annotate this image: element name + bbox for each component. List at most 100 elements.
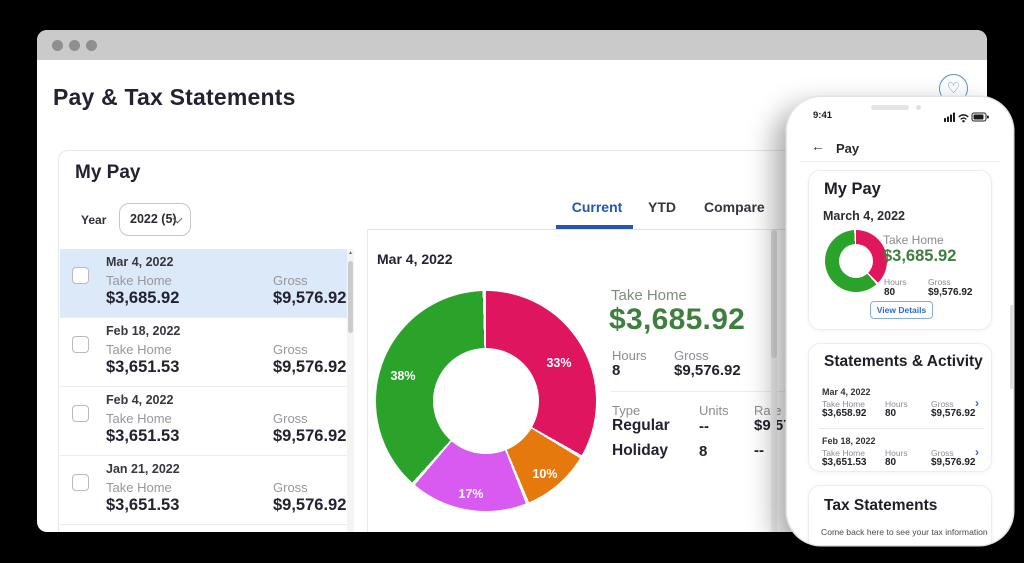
chevron-right-icon[interactable]: ›	[975, 445, 979, 459]
list-scrollbar[interactable]: ▲	[347, 249, 354, 532]
status-time: 9:41	[813, 110, 832, 121]
gross-value: $9,576.92	[928, 287, 973, 298]
phone-my-pay-card: My Pay March 4, 2022 Take Home $3,685.92…	[808, 170, 992, 330]
heart-icon: ♡	[947, 80, 960, 97]
window-control-dot[interactable]	[69, 40, 80, 51]
take-home-amount: $3,685.92	[883, 247, 956, 266]
phone-mockup: 9:41 ← Pay My Pay March 4, 2022 Take Hom…	[787, 97, 1013, 545]
phone-camera	[916, 105, 921, 110]
scrollbar-thumb[interactable]	[771, 230, 777, 358]
take-home-value: $3,651.53	[106, 427, 179, 446]
gross-label: Gross	[273, 342, 308, 357]
phone-speaker	[871, 105, 909, 110]
take-home-label: Take Home	[106, 342, 172, 357]
gross-value: $9,576.92	[931, 457, 976, 468]
pay-statement-row[interactable]: Mar 4, 2022 Take Home Gross $3,685.92 $9…	[60, 249, 354, 317]
gross-label: Gross	[928, 277, 951, 287]
donut-label: 10%	[532, 467, 557, 481]
hours-value: 80	[885, 457, 896, 468]
detail-divider	[611, 391, 786, 392]
earning-units: --	[699, 418, 709, 435]
gross-label: Gross	[273, 411, 308, 426]
earning-type: Regular	[612, 417, 670, 435]
row-checkbox[interactable]	[72, 336, 89, 353]
gross-label: Gross	[273, 273, 308, 288]
row-date: Mar 4, 2022	[106, 255, 173, 269]
card-title: Tax Statements	[824, 497, 937, 515]
card-title: My Pay	[824, 180, 881, 199]
status-icons	[944, 111, 990, 123]
card-title: Statements & Activity	[824, 353, 983, 371]
tab-compare[interactable]: Compare	[704, 199, 764, 215]
chevron-right-icon[interactable]: ›	[975, 396, 979, 410]
donut-label: 33%	[546, 356, 571, 370]
year-dropdown[interactable]: 2022 (5)	[119, 203, 191, 236]
pay-statement-row[interactable]: Feb 18, 2022 Take Home Gross $3,651.53 $…	[60, 317, 354, 386]
tab-current[interactable]: Current	[557, 199, 637, 215]
phone-pay-donut-chart	[825, 230, 887, 292]
units-header: Units	[699, 403, 729, 418]
take-home-value: $3,658.92	[822, 408, 867, 419]
row-checkbox[interactable]	[72, 405, 89, 422]
year-dropdown-value: 2022 (5)	[130, 212, 177, 226]
nav-divider	[800, 161, 1000, 162]
signal-icon	[944, 113, 955, 123]
scroll-up-icon[interactable]: ▲	[347, 250, 354, 256]
take-home-value: $3,651.53	[106, 358, 179, 377]
tab-ytd[interactable]: YTD	[632, 199, 692, 215]
view-details-button[interactable]: View Details	[870, 301, 933, 319]
hours-label: Hours	[884, 277, 907, 287]
gross-value: $9,576.92	[931, 408, 976, 419]
phone-nav-title: Pay	[836, 141, 859, 156]
take-home-amount: $3,685.92	[609, 303, 745, 337]
pay-statements-list: Mar 4, 2022 Take Home Gross $3,685.92 $9…	[60, 249, 354, 532]
detail-scrollbar[interactable]	[771, 230, 777, 532]
take-home-label: Take Home	[106, 480, 172, 495]
statement-date: Feb 18, 2022	[822, 436, 876, 446]
earning-type: Holiday	[612, 442, 668, 460]
take-home-value: $3,651.53	[106, 496, 179, 515]
scrollbar-thumb[interactable]	[348, 261, 353, 333]
take-home-label: Take Home	[611, 287, 687, 304]
gross-value: $9,576.92	[674, 362, 741, 379]
gross-value: $9,576.92	[273, 289, 346, 308]
hours-value: 8	[612, 362, 620, 379]
take-home-label: Take Home	[883, 233, 944, 247]
row-checkbox[interactable]	[72, 474, 89, 491]
row-date: Jan 7, 2022	[106, 531, 173, 532]
window-control-dot[interactable]	[52, 40, 63, 51]
chart-date: Mar 4, 2022	[377, 251, 453, 267]
donut-label: 17%	[458, 487, 483, 501]
phone-statements-card: Statements & Activity Mar 4, 2022 Take H…	[808, 343, 992, 472]
my-pay-title: My Pay	[75, 162, 140, 184]
pay-statement-row[interactable]: Jan 7, 2022	[60, 524, 354, 532]
row-date: Feb 4, 2022	[106, 393, 173, 407]
item-divider	[819, 428, 983, 429]
pay-statement-row[interactable]: Jan 21, 2022 Take Home Gross $3,651.53 $…	[60, 455, 354, 524]
battery-icon	[972, 113, 989, 121]
phone-side-button	[1010, 305, 1013, 389]
earning-rate: --	[754, 442, 764, 459]
earning-units: 8	[699, 443, 707, 460]
pay-statement-row[interactable]: Feb 4, 2022 Take Home Gross $3,651.53 $9…	[60, 386, 354, 455]
hours-label: Hours	[612, 348, 647, 363]
back-arrow-icon[interactable]: ←	[811, 138, 825, 154]
tax-info-text: Come back here to see your tax informati…	[821, 527, 988, 537]
window-control-dot[interactable]	[86, 40, 97, 51]
panel-divider	[367, 230, 368, 532]
gross-value: $9,576.92	[273, 427, 346, 446]
donut-hole	[433, 348, 539, 454]
wifi-icon	[959, 115, 968, 119]
active-tab-underline	[556, 225, 633, 229]
type-header: Type	[612, 403, 640, 418]
gross-label: Gross	[674, 348, 709, 363]
take-home-label: Take Home	[106, 411, 172, 426]
take-home-value: $3,651.53	[822, 457, 867, 468]
year-label: Year	[81, 213, 106, 227]
hours-value: 80	[884, 287, 895, 298]
page-title: Pay & Tax Statements	[53, 84, 296, 111]
row-checkbox[interactable]	[72, 267, 89, 284]
pay-breakdown-donut-chart: 33% 10% 17% 38%	[376, 291, 596, 511]
gross-value: $9,576.92	[273, 358, 346, 377]
take-home-value: $3,685.92	[106, 289, 179, 308]
